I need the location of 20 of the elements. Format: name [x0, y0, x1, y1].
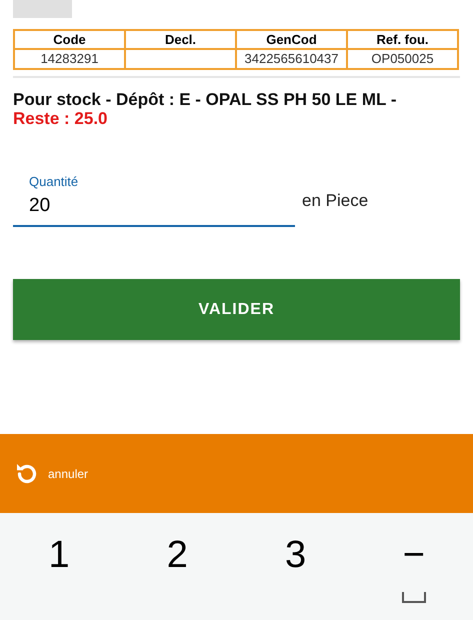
key[interactable]: 2 [118, 531, 236, 579]
key[interactable]: − [354, 531, 473, 579]
column-header: GenCod [236, 30, 347, 49]
space-key-icon[interactable] [400, 590, 427, 604]
field-label: Quantité [29, 174, 80, 190]
quantity-value: 20 [29, 194, 52, 218]
table-cell: OP050025 [347, 49, 458, 69]
key[interactable]: 1 [0, 531, 118, 579]
column-header: Decl. [125, 30, 236, 49]
column-header: Code [14, 30, 125, 49]
placeholder-block [13, 0, 72, 18]
remaining-quantity: Reste : 25.0 [13, 109, 108, 128]
quantity-field[interactable]: Quantité 20 [13, 174, 295, 227]
product-description: Pour stock - Dépôt : E - OPAL SS PH 50 LE ML - [13, 90, 398, 109]
validate-button[interactable]: VALIDER [13, 279, 460, 340]
table-cell: 14283291 [14, 49, 125, 69]
key[interactable]: 3 [236, 531, 355, 579]
table-cell: 3422565610437 [236, 49, 347, 69]
unit-label: en Piece [302, 190, 368, 208]
column-header: Ref. fou. [347, 30, 458, 49]
